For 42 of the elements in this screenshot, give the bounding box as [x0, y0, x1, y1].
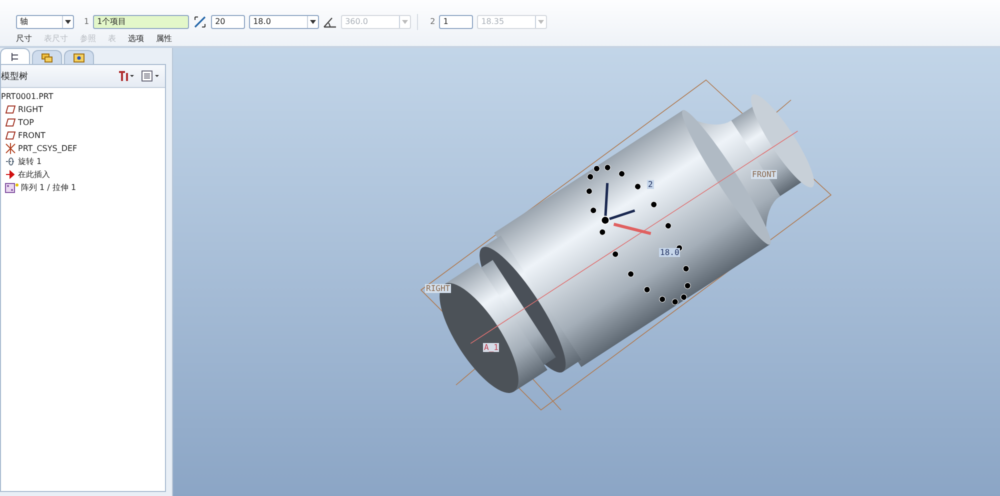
pattern-count-icon — [193, 14, 208, 28]
tree-item[interactable]: PRT0001.PRT — [1, 90, 165, 103]
tree-item[interactable]: 旋转 1 — [1, 155, 165, 168]
insert-arrow-icon — [5, 170, 16, 179]
navigator-tab[interactable] — [64, 50, 94, 64]
settings-icon[interactable] — [117, 70, 135, 82]
caret-icon — [65, 20, 71, 24]
type-dropdown[interactable]: 轴 — [16, 14, 74, 28]
direction-number: 2 — [430, 17, 436, 26]
coordinate-system-icon — [5, 143, 16, 154]
dashboard-tab[interactable]: 属性 — [156, 33, 172, 44]
tree-item[interactable]: RIGHT — [1, 103, 165, 116]
tree-item[interactable]: PRT_CSYS_DEF — [1, 142, 165, 155]
value-combo-box[interactable]: 18.0 — [249, 14, 320, 28]
tree-item[interactable]: 阵列 1 / 拉伸 1 — [1, 181, 165, 194]
panel-title: 模型树 — [1, 70, 28, 82]
pattern-icon — [5, 182, 19, 192]
number-input[interactable]: 20 — [211, 14, 246, 28]
datum-plane-icon — [5, 118, 16, 127]
tree-icon — [10, 52, 20, 62]
caret-icon — [402, 20, 408, 24]
caret-icon — [538, 20, 544, 24]
dashboard-tab[interactable]: 尺寸 — [16, 33, 32, 44]
dimension-label: 18.0 — [659, 248, 680, 257]
direction-number: 1 — [84, 17, 90, 26]
tree-item[interactable]: TOP — [1, 116, 165, 129]
revolve-icon — [5, 157, 16, 166]
reference-collector[interactable]: 1个项目 — [93, 14, 190, 28]
datum-label: FRONT — [751, 170, 778, 179]
number-input[interactable]: 1 — [439, 14, 474, 28]
tree-item[interactable]: FRONT — [1, 129, 165, 142]
navigator-tab[interactable] — [0, 48, 30, 64]
dimension-label: 2 — [647, 180, 654, 189]
folders-icon — [41, 52, 53, 62]
list-menu-icon[interactable] — [141, 70, 161, 82]
tree-item[interactable]: 在此插入 — [1, 168, 165, 181]
datum-label: RIGHT — [425, 284, 452, 293]
datum-plane-icon — [5, 105, 16, 114]
caret-icon — [310, 20, 316, 24]
dashboard-tab[interactable]: 选项 — [128, 33, 144, 44]
datum-label: A_1 — [483, 343, 500, 352]
datum-plane-icon — [5, 131, 16, 140]
